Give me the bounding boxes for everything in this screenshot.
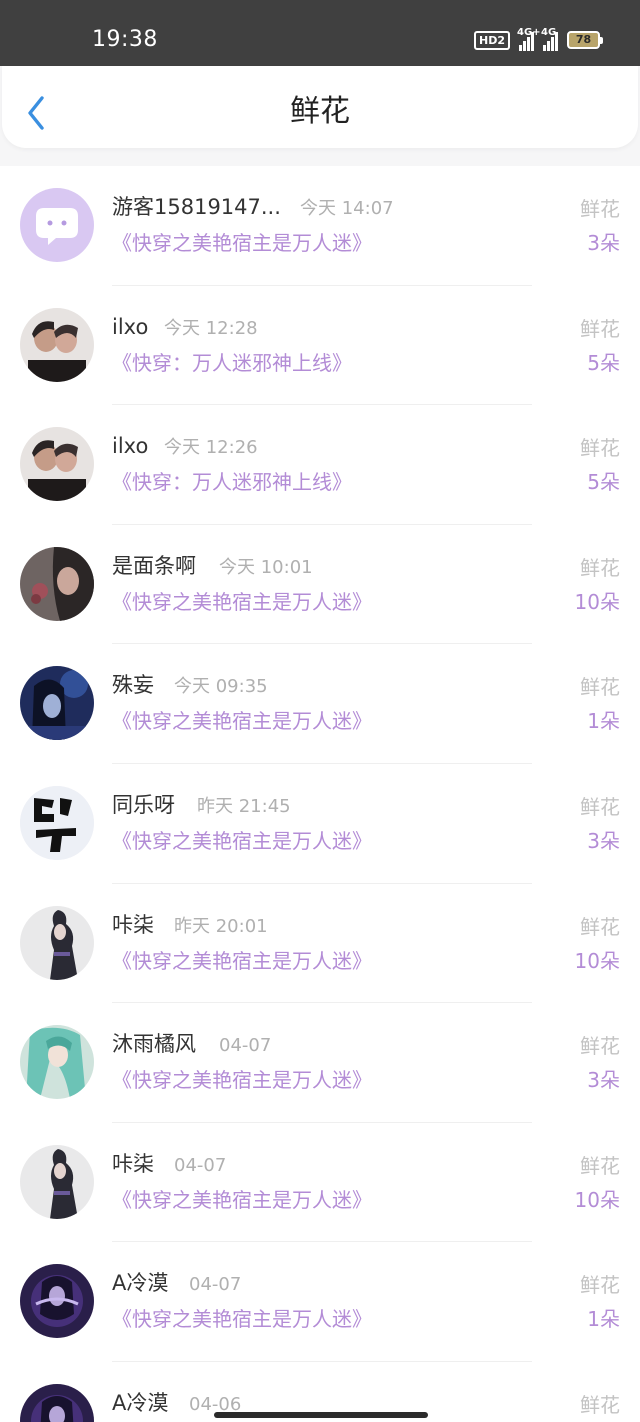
gift-type: 鲜花 <box>580 1273 620 1298</box>
list-item[interactable]: ilxo 今天 12:28 《快穿：万人迷邪神上线》 鲜花 5朵 <box>0 286 640 406</box>
list-item[interactable]: 同乐呀 昨天 21:45 《快穿之美艳宿主是万人迷》 鲜花 3朵 <box>0 764 640 884</box>
timestamp: 今天 12:26 <box>164 437 258 459</box>
list-item[interactable]: ilxo 今天 12:26 《快穿：万人迷邪神上线》 鲜花 5朵 <box>0 405 640 525</box>
list-item[interactable]: 咔柒 昨天 20:01 《快穿之美艳宿主是万人迷》 鲜花 10朵 <box>0 884 640 1004</box>
user-name: A冷漠 <box>112 1271 169 1296</box>
gift-count: 10朵 <box>574 589 620 614</box>
timestamp: 04-07 <box>219 1035 272 1057</box>
user-name: ilxo <box>112 434 149 459</box>
user-name: 殊妄 <box>112 673 154 698</box>
user-name: ilxo <box>112 314 149 339</box>
gift-count: 3朵 <box>587 231 620 255</box>
list-item[interactable]: 游客15819147... 今天 14:07 《快穿之美艳宿主是万人迷》 鲜花 … <box>0 166 640 286</box>
list-item[interactable]: 咔柒 04-07 《快穿之美艳宿主是万人迷》 鲜花 10朵 <box>0 1123 640 1243</box>
user-name: 咔柒 <box>112 1151 154 1176</box>
user-name: A冷漠 <box>112 1390 169 1415</box>
user-name: 沐雨橘风 <box>112 1032 196 1057</box>
gift-type: 鲜花 <box>580 1392 620 1417</box>
flower-record-list: 游客15819147... 今天 14:07 《快穿之美艳宿主是万人迷》 鲜花 … <box>0 166 640 1422</box>
list-item[interactable]: 殊妄 今天 09:35 《快穿之美艳宿主是万人迷》 鲜花 1朵 <box>0 644 640 764</box>
timestamp: 今天 14:07 <box>300 198 394 219</box>
book-title-link[interactable]: 《快穿：万人迷邪神上线》 <box>112 469 352 495</box>
gift-type: 鲜花 <box>580 555 620 580</box>
gift-type: 鲜花 <box>580 1034 620 1059</box>
gift-count: 3朵 <box>587 828 620 853</box>
gift-type: 鲜花 <box>580 914 620 939</box>
avatar[interactable] <box>20 666 94 741</box>
book-title-link[interactable]: 《快穿之美艳宿主是万人迷》 <box>112 1187 372 1213</box>
timestamp: 昨天 20:01 <box>174 915 268 937</box>
list-item[interactable]: 沐雨橘风 04-07 《快穿之美艳宿主是万人迷》 鲜花 3朵 <box>0 1003 640 1123</box>
gift-count: 1朵 <box>587 709 620 734</box>
battery-icon: 78 <box>567 31 603 49</box>
gift-count: 5朵 <box>587 350 620 375</box>
timestamp: 昨天 21:45 <box>197 795 291 817</box>
signal-4g-icon: 4G <box>541 27 558 51</box>
status-bar: 19:38 HD2 4G+ 4G 78 <box>0 0 640 66</box>
home-indicator[interactable] <box>214 1412 428 1418</box>
book-title-link[interactable]: 《快穿：万人迷邪神上线》 <box>112 350 352 376</box>
hd-icon: HD2 <box>474 30 510 50</box>
status-time: 19:38 <box>92 27 158 52</box>
book-title-link[interactable]: 《快穿之美艳宿主是万人迷》 <box>112 1067 372 1093</box>
user-name: 游客15819147... <box>112 195 281 219</box>
status-icons: HD2 4G+ 4G 78 <box>474 27 603 51</box>
page-title: 鲜花 <box>290 94 350 129</box>
book-title-link[interactable]: 《快穿之美艳宿主是万人迷》 <box>112 230 372 256</box>
timestamp: 今天 09:35 <box>174 676 268 698</box>
user-name: 是面条啊 <box>112 553 196 578</box>
book-title-link[interactable]: 《快穿之美艳宿主是万人迷》 <box>112 589 372 615</box>
list-item[interactable]: A冷漠 04-07 《快穿之美艳宿主是万人迷》 鲜花 1朵 <box>0 1242 640 1362</box>
gift-type: 鲜花 <box>580 794 620 819</box>
avatar[interactable] <box>20 546 94 621</box>
user-name: 同乐呀 <box>112 792 175 817</box>
book-title-link[interactable]: 《快穿之美艳宿主是万人迷》 <box>112 1306 372 1332</box>
book-title-link[interactable]: 《快穿之美艳宿主是万人迷》 <box>112 948 372 974</box>
gift-count: 5朵 <box>587 470 620 495</box>
gift-count: 10朵 <box>574 1187 620 1212</box>
avatar[interactable] <box>20 905 94 980</box>
gift-type: 鲜花 <box>580 197 620 221</box>
timestamp: 今天 12:28 <box>164 317 258 339</box>
avatar[interactable] <box>20 1025 94 1100</box>
app-bar-card: 鲜花 <box>2 66 638 148</box>
user-name: 咔柒 <box>112 912 154 937</box>
gift-count: 1朵 <box>587 1307 620 1332</box>
book-title-link[interactable]: 《快穿之美艳宿主是万人迷》 <box>112 828 372 854</box>
gift-type: 鲜花 <box>580 436 620 461</box>
avatar[interactable] <box>20 1264 94 1339</box>
list-item[interactable]: 是面条啊 今天 10:01 《快穿之美艳宿主是万人迷》 鲜花 10朵 <box>0 525 640 645</box>
signal-4g-plus-icon: 4G+ <box>517 27 541 51</box>
avatar[interactable] <box>20 427 94 502</box>
gift-count: 10朵 <box>574 948 620 973</box>
timestamp: 今天 10:01 <box>219 556 313 578</box>
avatar[interactable] <box>20 785 94 860</box>
avatar[interactable] <box>20 1383 94 1422</box>
avatar[interactable] <box>20 307 94 382</box>
gift-type: 鲜花 <box>580 1153 620 1178</box>
gift-count: 3朵 <box>587 1068 620 1093</box>
gift-type: 鲜花 <box>580 675 620 700</box>
app-bar: 鲜花 <box>0 66 640 166</box>
book-title-link[interactable]: 《快穿之美艳宿主是万人迷》 <box>112 708 372 734</box>
gift-type: 鲜花 <box>580 316 620 341</box>
timestamp: 04-07 <box>174 1154 227 1176</box>
timestamp: 04-07 <box>189 1274 242 1296</box>
avatar[interactable] <box>20 188 94 262</box>
avatar[interactable] <box>20 1144 94 1219</box>
